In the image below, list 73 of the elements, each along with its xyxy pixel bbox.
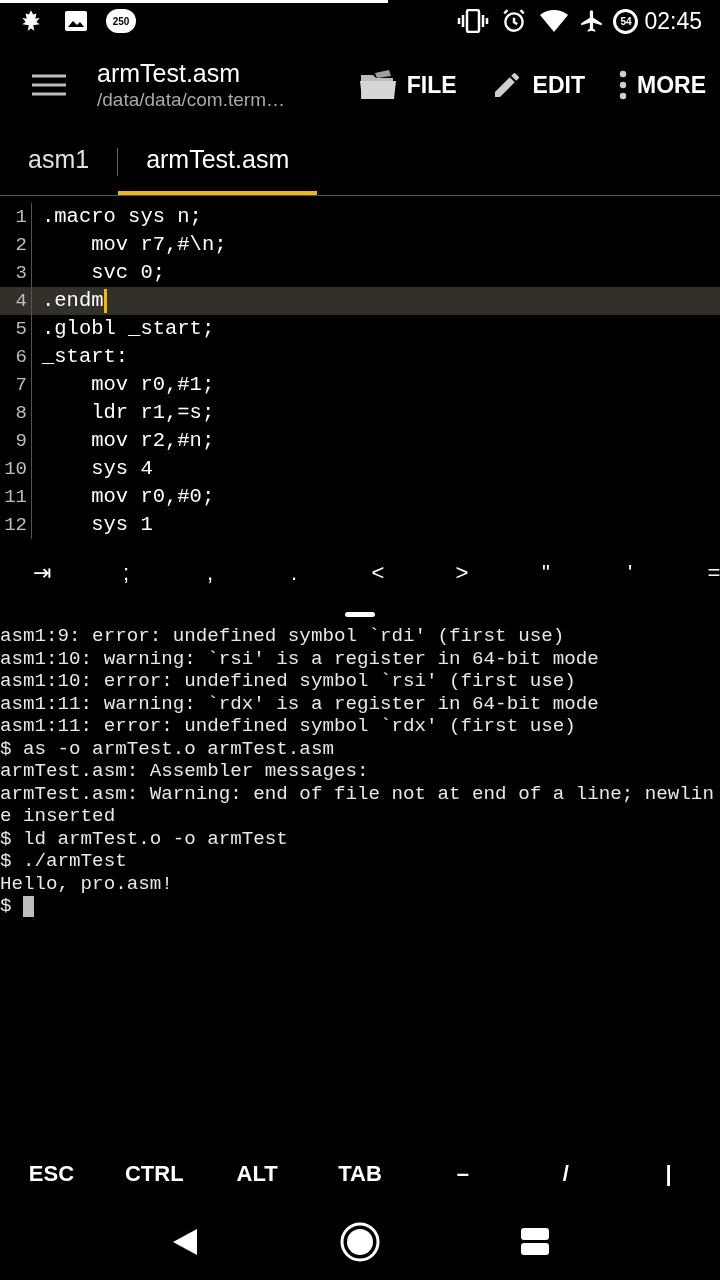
file-tab[interactable]: asm1 bbox=[0, 128, 118, 195]
alarm-icon bbox=[501, 8, 528, 34]
terminal-line: asm1:10: error: undefined symbol `rsi' (first use) bbox=[0, 670, 577, 693]
extra-key[interactable]: – bbox=[411, 1156, 515, 1190]
terminal-line: $ ld armTest.o -o armTest bbox=[0, 827, 289, 850]
edit-menu-button[interactable]: EDIT bbox=[490, 67, 585, 103]
vibrate-icon bbox=[457, 9, 490, 33]
menu-icon[interactable] bbox=[32, 73, 66, 97]
extra-key[interactable]: CTRL bbox=[102, 1156, 206, 1190]
wifi-icon bbox=[539, 9, 570, 33]
line-number: 6 bbox=[0, 343, 32, 371]
code-line: mov r2,#n; bbox=[90, 428, 215, 454]
code-line: mov r0,#0; bbox=[90, 484, 215, 510]
symbol-key[interactable]: ; bbox=[84, 555, 168, 589]
line-number: 2 bbox=[0, 231, 32, 259]
more-menu-button[interactable]: MORE bbox=[619, 67, 706, 103]
symbol-key[interactable]: < bbox=[336, 555, 420, 589]
folder-icon bbox=[358, 69, 397, 101]
extra-key[interactable]: TAB bbox=[308, 1156, 412, 1190]
line-number: 8 bbox=[0, 399, 32, 427]
code-line: .endm bbox=[41, 288, 104, 314]
terminal-line: asm1:10: warning: `rsi' is a register in 64-bit mode bbox=[0, 647, 600, 670]
text-cursor bbox=[103, 289, 107, 313]
terminal-line: armTest.asm: Assembler messages: bbox=[0, 760, 370, 783]
symbol-key[interactable]: = bbox=[672, 555, 720, 589]
battery-indicator: 54 bbox=[613, 8, 639, 34]
symbol-key[interactable]: > bbox=[420, 555, 504, 589]
image-icon bbox=[64, 10, 88, 32]
more-icon bbox=[619, 70, 627, 100]
code-line: sys 4 bbox=[90, 456, 153, 482]
line-number: 4 bbox=[0, 287, 32, 315]
line-number: 12 bbox=[0, 511, 32, 539]
file-tab[interactable]: armTest.asm bbox=[118, 128, 318, 195]
line-number: 11 bbox=[0, 483, 32, 511]
terminal-line: asm1:11: warning: `rdx' is a register in 64-bit mode bbox=[0, 692, 600, 715]
terminal-line: Hello, pro.asm! bbox=[0, 872, 174, 895]
terminal-line: asm1:9: error: undefined symbol `rdi' (first use) bbox=[0, 625, 566, 648]
line-number: 1 bbox=[0, 203, 32, 231]
terminal-line: $ as -o armTest.o armTest.asm bbox=[0, 737, 335, 760]
symbol-key[interactable]: ' bbox=[588, 555, 672, 589]
terminal-line: $ ./armTest bbox=[0, 850, 128, 873]
symbol-key[interactable]: " bbox=[504, 555, 588, 589]
symbol-key[interactable]: ⇥ bbox=[0, 555, 84, 589]
extra-key[interactable]: ALT bbox=[205, 1156, 309, 1190]
terminal-line: armTest.asm: Warning: end of file not at end of a line; newline inserted bbox=[0, 782, 715, 828]
notification-badge: 250 bbox=[106, 9, 136, 33]
file-title: armTest.asm bbox=[97, 58, 242, 88]
code-line: mov r7,#\n; bbox=[90, 232, 227, 258]
code-line: mov r0,#1; bbox=[90, 372, 215, 398]
line-number: 5 bbox=[0, 315, 32, 343]
file-path: /data/data/com.term… bbox=[97, 88, 286, 112]
symbol-key[interactable]: , bbox=[168, 555, 252, 589]
code-line: ldr r1,=s; bbox=[90, 400, 215, 426]
line-number: 9 bbox=[0, 427, 32, 455]
recents-icon[interactable] bbox=[521, 1228, 550, 1256]
code-line: svc 0; bbox=[90, 260, 166, 286]
terminal-cursor bbox=[22, 895, 34, 917]
symbol-key[interactable]: . bbox=[252, 555, 336, 589]
clock: 02:45 bbox=[644, 6, 702, 36]
extra-key[interactable]: | bbox=[617, 1156, 720, 1190]
terminal-prompt: $ bbox=[0, 895, 12, 918]
code-line: _start: bbox=[41, 344, 129, 370]
extra-key[interactable]: ESC bbox=[0, 1156, 103, 1190]
code-line: sys 1 bbox=[90, 512, 153, 538]
terminal-line: asm1:11: error: undefined symbol `rdx' (first use) bbox=[0, 715, 577, 738]
drag-handle[interactable] bbox=[345, 612, 375, 617]
code-line: .globl _start; bbox=[41, 316, 215, 342]
line-number: 7 bbox=[0, 371, 32, 399]
line-number: 10 bbox=[0, 455, 32, 483]
extra-key[interactable]: / bbox=[514, 1156, 618, 1190]
code-line: .macro sys n; bbox=[41, 204, 202, 230]
file-menu-button[interactable]: FILE bbox=[358, 67, 457, 103]
home-icon[interactable] bbox=[340, 1222, 380, 1262]
